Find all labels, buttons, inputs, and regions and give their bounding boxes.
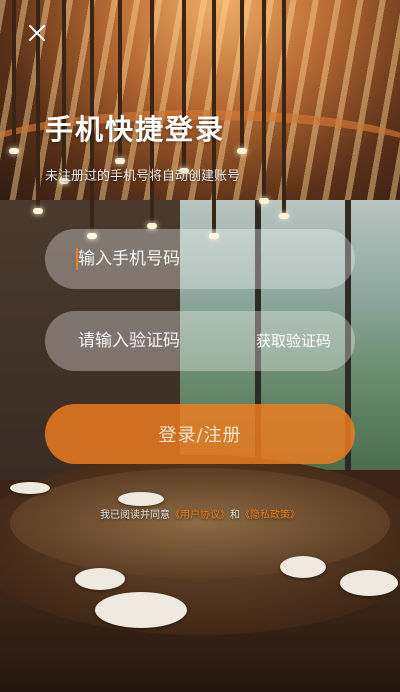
code-field[interactable]: 获取验证码 [45,311,355,371]
privacy-policy-link[interactable]: 《隐私政策》 [240,510,300,521]
background-table-top [10,468,390,578]
pendant-light [279,0,289,219]
close-icon[interactable] [26,22,48,44]
code-input[interactable] [45,330,260,352]
agreement-middle: 和 [230,510,240,521]
background-plate [75,568,125,590]
page-subtitle: 未注册过的手机号将自动创建账号 [45,169,241,184]
pendant-light [59,0,69,184]
page-title: 手机快捷登录 [45,113,226,146]
get-code-button[interactable]: 获取验证码 [256,311,331,371]
background-plate [95,592,187,628]
background-plate [280,556,326,578]
background-plate [118,492,164,506]
pendant-light [259,0,269,204]
user-agreement-link[interactable]: 《用户协议》 [170,510,230,521]
pendant-light [237,0,247,154]
pendant-light [9,0,19,154]
text-cursor [76,248,78,270]
background-plate [10,482,50,494]
login-register-button[interactable]: 登录/注册 [45,404,355,464]
agreement-prefix: 我已阅读并同意 [100,510,170,521]
agreement-text: 我已阅读并同意《用户协议》和《隐私政策》 [0,506,400,521]
background-plate [340,570,398,596]
phone-field[interactable] [45,229,355,289]
